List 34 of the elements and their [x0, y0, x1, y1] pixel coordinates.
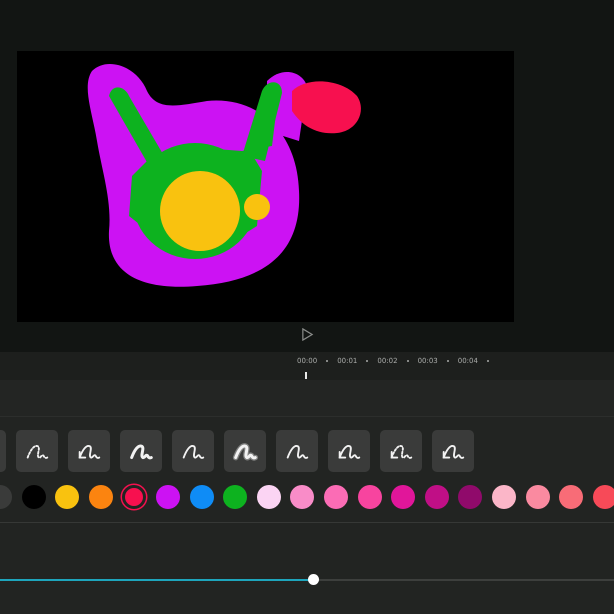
color-swatch[interactable]: [391, 485, 416, 509]
brush-button[interactable]: [432, 430, 474, 472]
brush-button[interactable]: [328, 430, 370, 472]
brush-button[interactable]: [276, 430, 318, 472]
brush-button[interactable]: [68, 430, 110, 472]
color-swatch[interactable]: [492, 485, 516, 509]
tick-dot: [366, 360, 368, 362]
tick-dot: [446, 360, 449, 362]
tick-dot: [486, 360, 489, 362]
tick-dot: [326, 360, 328, 362]
color-swatch[interactable]: [88, 485, 113, 509]
color-swatch[interactable]: [55, 485, 80, 509]
color-swatch[interactable]: [223, 485, 248, 509]
color-swatch[interactable]: [256, 485, 281, 509]
play-icon[interactable]: [301, 328, 314, 341]
color-swatch[interactable]: [290, 485, 314, 509]
brush-button[interactable]: [380, 430, 422, 472]
color-swatch[interactable]: [190, 485, 214, 509]
color-swatch[interactable]: [22, 485, 46, 509]
color-swatch[interactable]: [559, 485, 584, 509]
brush-button[interactable]: [224, 430, 266, 472]
color-swatch[interactable]: [156, 485, 180, 509]
color-swatch[interactable]: [324, 485, 348, 509]
color-swatch[interactable]: [122, 485, 146, 509]
slider-thumb[interactable]: [308, 574, 320, 585]
brush-button[interactable]: [16, 430, 58, 472]
color-swatch[interactable]: [526, 485, 550, 509]
color-swatch[interactable]: [458, 485, 482, 509]
color-swatch[interactable]: [358, 485, 382, 509]
brush-button[interactable]: [172, 430, 214, 472]
brush-button[interactable]: [120, 430, 162, 472]
tick-dot: [406, 360, 409, 362]
color-swatch[interactable]: [592, 485, 614, 509]
color-swatch[interactable]: [424, 485, 449, 509]
